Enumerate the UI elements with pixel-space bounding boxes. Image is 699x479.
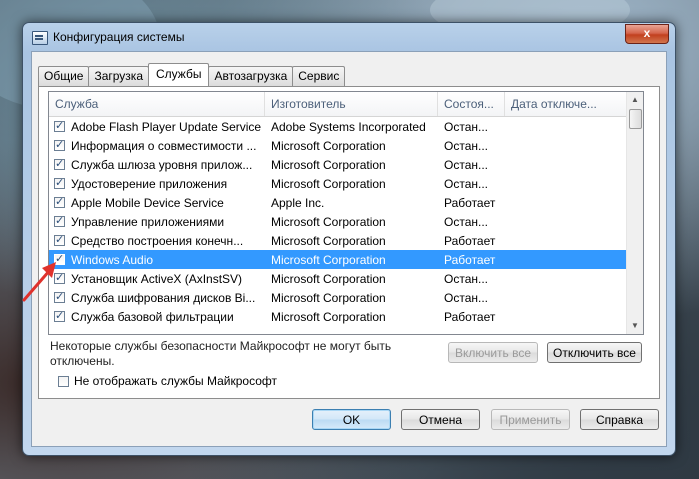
apply-button[interactable]: Применить (491, 409, 570, 430)
table-row[interactable]: Управление приложениями Microsoft Corpora… (49, 212, 627, 231)
service-manufacturer: Microsoft Corporation (271, 176, 386, 191)
scroll-up-arrow-icon[interactable]: ▲ (627, 92, 643, 108)
service-manufacturer: Microsoft Corporation (271, 252, 386, 267)
window-title: Конфигурация системы (53, 30, 185, 44)
service-name-cell: Служба базовой фильтрации (49, 310, 265, 324)
service-name: Средство построения конечн... (71, 233, 244, 248)
service-enabled-checkbox[interactable] (54, 158, 65, 170)
service-name-cell: Удостоверение приложения (49, 177, 265, 191)
service-status: Остан... (444, 157, 488, 172)
tab-startup[interactable]: Автозагрузка (208, 66, 294, 86)
table-row[interactable]: Информация о совместимости ... Microsoft … (49, 136, 627, 155)
service-name-cell: Информация о совместимости ... (49, 139, 265, 153)
service-manufacturer: Microsoft Corporation (271, 271, 386, 286)
service-status: Работает (444, 233, 496, 248)
service-name-cell: Windows Audio (49, 253, 265, 267)
annotation-arrow-icon (22, 262, 56, 302)
vertical-scrollbar[interactable]: ▲ ▼ (626, 92, 643, 334)
table-row[interactable]: Adobe Flash Player Update Service Adobe S… (49, 117, 627, 136)
hide-microsoft-services-option[interactable]: Не отображать службы Майкрософт (58, 374, 277, 388)
service-status: Остан... (444, 176, 488, 191)
service-name-cell: Служба шлюза уровня прилож... (49, 158, 265, 172)
service-enabled-checkbox[interactable] (54, 120, 65, 132)
service-manufacturer: Microsoft Corporation (271, 138, 386, 153)
service-name: Служба шифрования дисков Bi... (71, 290, 256, 305)
service-status: Остан... (444, 119, 488, 134)
service-name: Управление приложениями (71, 214, 225, 229)
service-manufacturer: Microsoft Corporation (271, 309, 386, 324)
title-bar[interactable]: Конфигурация системы x (23, 23, 675, 51)
service-status: Работает (444, 195, 496, 210)
tab-tools[interactable]: Сервис (292, 66, 346, 86)
service-name-cell: Средство построения конечн... (49, 234, 265, 248)
service-name-cell: Управление приложениями (49, 215, 265, 229)
list-body: Adobe Flash Player Update Service Adobe S… (49, 117, 627, 326)
service-name: Служба базовой фильтрации (71, 309, 234, 324)
service-name-cell: Adobe Flash Player Update Service (49, 120, 265, 134)
service-name: Adobe Flash Player Update Service (71, 119, 262, 134)
service-manufacturer: Apple Inc. (271, 195, 325, 210)
table-row[interactable]: Удостоверение приложения Microsoft Corpor… (49, 174, 627, 193)
hide-microsoft-services-label: Не отображать службы Майкрософт (74, 374, 278, 388)
services-list[interactable]: Служба Изготовитель Состоя... Дата отклю… (48, 91, 644, 335)
service-name: Windows Audio (71, 252, 154, 267)
service-name-cell: Установщик ActiveX (AxInstSV) (49, 272, 265, 286)
tab-strip: Общие Загрузка Службы Автозагрузка Серви… (38, 63, 346, 86)
scroll-down-arrow-icon[interactable]: ▼ (627, 318, 643, 334)
close-button[interactable]: x (625, 24, 669, 44)
service-manufacturer: Microsoft Corporation (271, 233, 386, 248)
help-button[interactable]: Справка (580, 409, 659, 430)
service-name-cell: Служба шифрования дисков Bi... (49, 291, 265, 305)
column-header-service[interactable]: Служба (49, 92, 265, 116)
list-header: Служба Изготовитель Состоя... Дата отклю… (49, 92, 627, 117)
column-header-status[interactable]: Состоя... (438, 92, 505, 116)
service-manufacturer: Microsoft Corporation (271, 290, 386, 305)
service-manufacturer: Adobe Systems Incorporated (271, 119, 426, 134)
table-row[interactable]: Windows Audio Microsoft Corporation Работа… (49, 250, 627, 269)
tab-boot[interactable]: Загрузка (88, 66, 149, 86)
table-row[interactable]: Служба шифрования дисков Bi... Microsoft … (49, 288, 627, 307)
disable-all-button[interactable]: Отключить все (547, 342, 642, 363)
tab-general[interactable]: Общие (38, 66, 90, 86)
service-name: Установщик ActiveX (AxInstSV) (71, 271, 243, 286)
column-header-date-disabled[interactable]: Дата отключе... (505, 92, 627, 116)
service-name: Удостоверение приложения (71, 176, 228, 191)
scrollbar-thumb[interactable] (629, 109, 642, 129)
table-row[interactable]: Средство построения конечн... Microsoft C… (49, 231, 627, 250)
service-enabled-checkbox[interactable] (54, 196, 65, 208)
service-enabled-checkbox[interactable] (54, 234, 65, 246)
dialog-client-area: Общие Загрузка Службы Автозагрузка Серви… (31, 51, 667, 447)
service-enabled-checkbox[interactable] (54, 310, 65, 322)
service-manufacturer: Microsoft Corporation (271, 157, 386, 172)
cancel-button[interactable]: Отмена (401, 409, 480, 430)
service-manufacturer: Microsoft Corporation (271, 214, 386, 229)
table-row[interactable]: Служба шлюза уровня прилож... Microsoft C… (49, 155, 627, 174)
service-name: Служба шлюза уровня прилож... (71, 157, 253, 172)
table-row[interactable]: Служба базовой фильтрации Microsoft Corpo… (49, 307, 627, 326)
service-name: Apple Mobile Device Service (71, 195, 224, 210)
msconfig-app-icon (32, 31, 48, 45)
enable-all-button[interactable]: Включить все (448, 342, 538, 363)
tab-services[interactable]: Службы (148, 63, 210, 86)
service-status: Остан... (444, 271, 488, 286)
service-status: Работает (444, 252, 496, 267)
service-status: Остан... (444, 290, 488, 305)
system-configuration-window: Конфигурация системы x Общие Загрузка Сл… (22, 22, 676, 456)
security-services-note: Некоторые службы безопасности Майкрософт… (50, 339, 392, 368)
column-header-manufacturer[interactable]: Изготовитель (265, 92, 438, 116)
service-name-cell: Apple Mobile Device Service (49, 196, 265, 210)
service-enabled-checkbox[interactable] (54, 215, 65, 227)
service-enabled-checkbox[interactable] (54, 177, 65, 189)
service-status: Работает (444, 309, 496, 324)
table-row[interactable]: Apple Mobile Device Service Apple Inc. Раб… (49, 193, 627, 212)
service-status: Остан... (444, 214, 488, 229)
service-enabled-checkbox[interactable] (54, 139, 65, 151)
service-name: Информация о совместимости ... (71, 138, 257, 153)
table-row[interactable]: Установщик ActiveX (AxInstSV) Microsoft C… (49, 269, 627, 288)
service-status: Остан... (444, 138, 488, 153)
ok-button[interactable]: OK (312, 409, 391, 430)
hide-microsoft-services-checkbox[interactable] (58, 375, 69, 387)
